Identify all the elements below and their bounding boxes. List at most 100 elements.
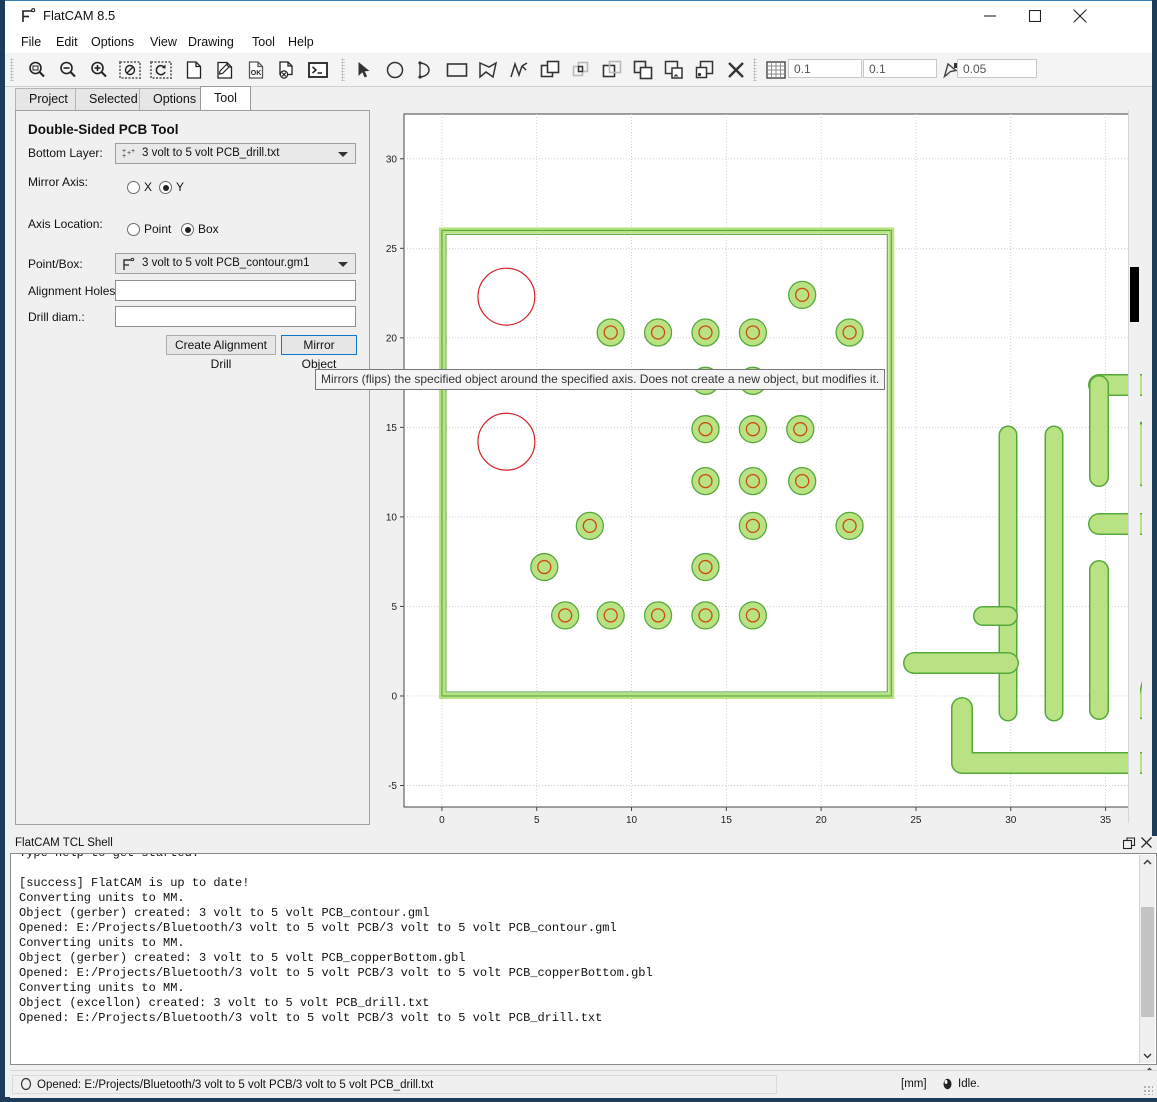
shell-icon[interactable] xyxy=(304,56,332,83)
svg-text:0: 0 xyxy=(391,691,397,702)
subtract-icon[interactable] xyxy=(598,56,626,83)
shell-title-bar: FlatCAM TCL Shell xyxy=(10,836,1157,853)
path-icon[interactable] xyxy=(505,56,533,83)
clear-plot-icon[interactable] xyxy=(116,56,144,83)
svg-text:10: 10 xyxy=(386,512,398,523)
circle-icon[interactable] xyxy=(381,56,409,83)
new-file-icon[interactable] xyxy=(180,56,208,83)
scroll-down-icon[interactable] xyxy=(1140,1048,1155,1063)
mirror-axis-label: Mirror Axis: xyxy=(28,175,88,189)
zoom-in-icon[interactable] xyxy=(85,56,113,83)
page-title: Double-Sided PCB Tool xyxy=(28,122,179,137)
menu-bar: File Edit Options View Drawing Tool Help xyxy=(5,31,1152,53)
axis-location-radio-box[interactable] xyxy=(181,223,194,236)
alignment-holes-label: Alignment Holes: xyxy=(28,284,119,298)
rectangle-icon[interactable] xyxy=(443,56,471,83)
arc-icon[interactable] xyxy=(412,56,440,83)
undock-icon[interactable] xyxy=(1123,837,1137,851)
point-box-combo[interactable]: 3 volt to 5 volt PCB_contour.gm1 xyxy=(115,253,356,274)
units-label: [mm] xyxy=(901,1078,927,1090)
polygon-icon[interactable] xyxy=(474,56,502,83)
menu-view[interactable]: View xyxy=(144,34,183,51)
snap-value-input[interactable]: 0.05 xyxy=(957,59,1037,78)
svg-text:+: + xyxy=(131,148,135,155)
delete-file-icon[interactable] xyxy=(273,56,301,83)
drill-diam-label: Drill diam.: xyxy=(28,310,85,324)
move-icon[interactable] xyxy=(691,56,719,83)
maximize-icon[interactable] xyxy=(1012,1,1057,31)
menu-drawing[interactable]: Drawing xyxy=(182,34,240,51)
intersection-icon[interactable] xyxy=(567,56,595,83)
grid-icon[interactable] xyxy=(762,56,790,83)
plot-canvas[interactable]: -5051015202530 05101520253035 xyxy=(373,110,1142,823)
delete-shape-icon[interactable] xyxy=(722,56,750,83)
drill-diam-input[interactable] xyxy=(115,306,356,327)
mirror-axis-label-x: X xyxy=(144,180,152,194)
shell-scrollbar[interactable] xyxy=(1139,855,1155,1063)
zoom-out-icon[interactable] xyxy=(54,56,82,83)
axis-location-radio-point[interactable] xyxy=(127,223,140,236)
svg-text:20: 20 xyxy=(816,815,828,823)
svg-text:35: 35 xyxy=(1100,815,1112,823)
svg-text:10: 10 xyxy=(626,815,638,823)
resize-grip[interactable] xyxy=(1143,1085,1153,1095)
bottom-layer-label: Bottom Layer: xyxy=(28,146,103,160)
point-box-value: 3 volt to 5 volt PCB_contour.gm1 xyxy=(142,257,309,269)
minimize-icon[interactable] xyxy=(967,1,1012,31)
union-icon[interactable] xyxy=(536,56,564,83)
point-box-label: Point/Box: xyxy=(28,257,83,271)
window-title: FlatCAM 8.5 xyxy=(43,8,115,23)
menu-edit[interactable]: Edit xyxy=(50,34,84,51)
main-toolbar: OK xyxy=(5,53,1152,87)
menu-file[interactable]: File xyxy=(15,34,47,51)
state-label: Idle. xyxy=(958,1078,980,1090)
svg-text:25: 25 xyxy=(910,815,922,823)
close-icon[interactable] xyxy=(1057,1,1102,31)
zoom-fit-icon[interactable] xyxy=(23,56,51,83)
toolbar-grip-2[interactable] xyxy=(341,58,345,81)
chevron-down-icon xyxy=(338,152,348,157)
bottom-layer-combo[interactable]: + + + + 3 volt to 5 volt PCB_drill.txt xyxy=(115,143,356,164)
plot-vertical-scrollbar[interactable] xyxy=(1128,110,1140,823)
scroll-up-icon[interactable] xyxy=(1140,855,1155,870)
create-alignment-drill-button[interactable]: Create Alignment Drill xyxy=(166,335,276,355)
cut-icon[interactable] xyxy=(629,56,657,83)
plot-scroll-thumb[interactable] xyxy=(1130,267,1139,322)
tab-strip: Project Selected Options Tool xyxy=(5,86,1152,110)
tool-panel: Double-Sided PCB Tool Bottom Layer: + + … xyxy=(15,110,370,825)
menu-help[interactable]: Help xyxy=(282,34,320,51)
grid-y-input[interactable]: 0.1 xyxy=(863,59,937,78)
copy-icon[interactable] xyxy=(660,56,688,83)
mirror-axis-radio-x[interactable] xyxy=(127,181,140,194)
svg-text:5: 5 xyxy=(391,602,397,613)
svg-text:5: 5 xyxy=(534,815,540,823)
svg-text:20: 20 xyxy=(386,333,398,344)
gerber-icon xyxy=(121,257,139,272)
activity-icon xyxy=(20,1077,32,1094)
grid-x-input[interactable]: 0.1 xyxy=(788,59,862,78)
replot-icon[interactable] xyxy=(147,56,175,83)
edit-file-icon[interactable] xyxy=(211,56,239,83)
svg-text:15: 15 xyxy=(721,815,733,823)
tooltip: Mirrors (flips) the specified object aro… xyxy=(315,369,885,390)
mirror-axis-radio-y[interactable] xyxy=(159,181,172,194)
status-message: Opened: E:/Projects/Bluetooth/3 volt to … xyxy=(37,1079,433,1091)
close-icon[interactable] xyxy=(1141,837,1155,851)
flatcam-window: FlatCAM 8.5 File Edit Options View Drawi… xyxy=(0,0,1157,1102)
tab-tool[interactable]: Tool xyxy=(200,86,251,110)
svg-text:+: + xyxy=(122,153,126,160)
shell-scroll-thumb[interactable] xyxy=(1141,907,1154,1017)
menu-tool[interactable]: Tool xyxy=(246,34,281,51)
axis-location-label: Axis Location: xyxy=(28,217,103,231)
svg-text:30: 30 xyxy=(1005,815,1017,823)
shell-output[interactable]: Type help to get started. [success] Flat… xyxy=(10,853,1157,1065)
select-arrow-icon[interactable] xyxy=(350,56,378,83)
tab-project[interactable]: Project xyxy=(15,88,82,110)
toolbar-grip-3[interactable] xyxy=(753,58,757,81)
alignment-holes-input[interactable] xyxy=(115,280,356,301)
save-ok-icon[interactable]: OK xyxy=(242,56,270,83)
menu-options[interactable]: Options xyxy=(85,34,140,51)
pcb-plot[interactable]: -5051015202530 05101520253035 xyxy=(373,110,1142,823)
toolbar-grip-1[interactable] xyxy=(10,58,14,81)
mirror-object-button[interactable]: Mirror Object xyxy=(281,335,357,355)
